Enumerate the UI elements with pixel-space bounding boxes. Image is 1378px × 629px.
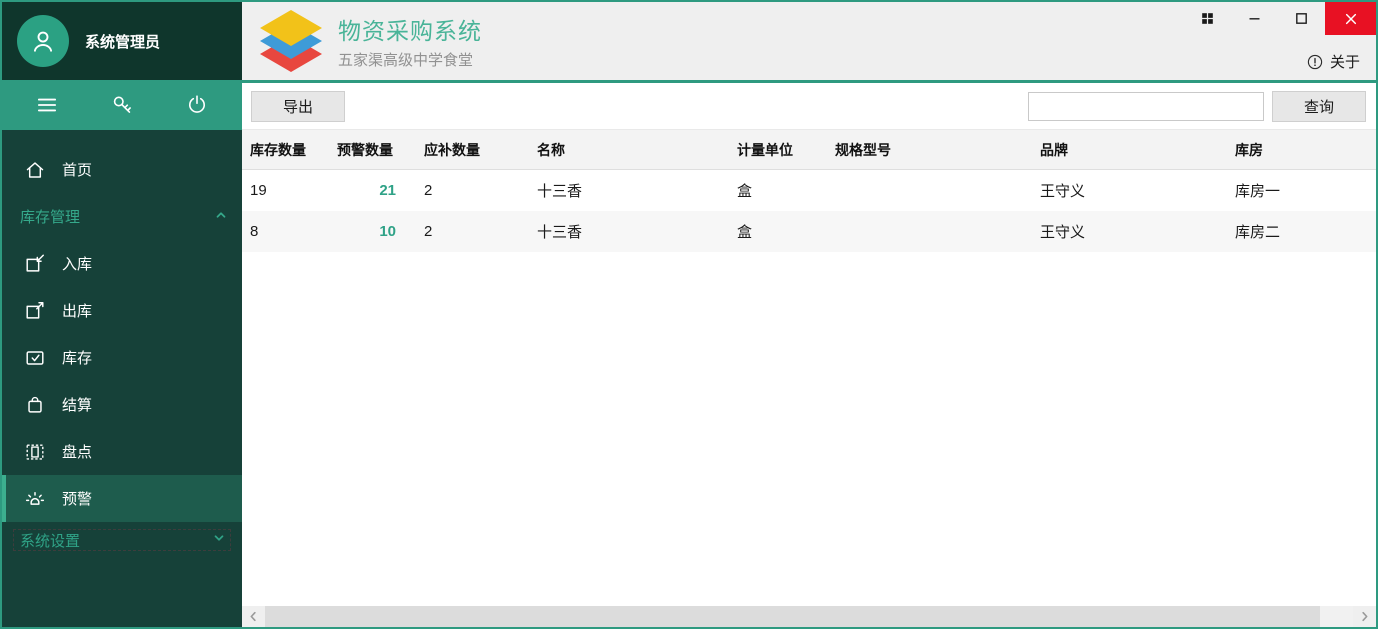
home-icon xyxy=(24,159,46,181)
sidebar-item-label: 盘点 xyxy=(62,441,92,462)
cell-warning-qty: 10 xyxy=(329,223,416,240)
sidebar-section-label: 库存管理 xyxy=(20,206,80,227)
titlebar: 物资采购系统 五家渠高级中学食堂 xyxy=(242,2,1376,80)
sidebar-item-label: 入库 xyxy=(62,253,92,274)
logout-button[interactable] xyxy=(180,88,214,122)
scrollbar-track xyxy=(1320,606,1353,627)
sidebar-item-stock[interactable]: 库存 xyxy=(2,334,242,381)
inbound-box-icon xyxy=(24,253,46,275)
column-header-unit[interactable]: 计量单位 xyxy=(729,140,827,160)
sidebar-item-label: 首页 xyxy=(62,159,92,180)
sidebar-item-inbound[interactable]: 入库 xyxy=(2,240,242,287)
chevron-up-icon xyxy=(214,208,228,226)
sidebar-user-header: 系统管理员 xyxy=(2,2,242,80)
cell-warning-qty: 21 xyxy=(329,182,416,199)
sidebar-item-label: 出库 xyxy=(62,300,92,321)
app-window: 系统管理员 xyxy=(0,0,1378,629)
scroll-left-button[interactable] xyxy=(242,606,265,627)
horizontal-scrollbar xyxy=(242,606,1376,627)
app-title: 物资采购系统 xyxy=(338,12,482,46)
cell-unit: 盒 xyxy=(729,221,827,242)
grid-icon xyxy=(1200,11,1215,26)
toolbar: 导出 查询 xyxy=(242,83,1376,130)
title-block: 物资采购系统 五家渠高级中学食堂 xyxy=(338,12,482,70)
cell-replenish-qty: 2 xyxy=(416,182,529,199)
bag-icon xyxy=(24,394,46,416)
query-button[interactable]: 查询 xyxy=(1272,91,1366,122)
key-icon xyxy=(110,93,134,117)
search-input[interactable] xyxy=(1028,92,1264,121)
minimize-button[interactable] xyxy=(1231,2,1278,35)
hamburger-menu-button[interactable] xyxy=(30,88,64,122)
chevron-right-icon xyxy=(1358,610,1371,623)
hamburger-icon xyxy=(34,92,60,118)
sidebar-item-stocktake[interactable]: 盘点 xyxy=(2,428,242,475)
sidebar-toolbar xyxy=(2,80,242,130)
sidebar-section-system-settings[interactable]: 系统设置 xyxy=(13,529,231,551)
column-header-name[interactable]: 名称 xyxy=(529,140,729,160)
cell-stock-qty: 8 xyxy=(242,223,329,240)
scrollbar-thumb[interactable] xyxy=(265,606,1320,627)
sidebar-item-settlement[interactable]: 结算 xyxy=(2,381,242,428)
cell-warehouse: 库房一 xyxy=(1227,180,1376,201)
close-button[interactable] xyxy=(1325,2,1376,35)
column-header-brand[interactable]: 品牌 xyxy=(1032,140,1227,160)
sidebar-item-outbound[interactable]: 出库 xyxy=(2,287,242,334)
stock-check-icon xyxy=(24,347,46,369)
search-group: 查询 xyxy=(1028,91,1366,122)
maximize-icon xyxy=(1294,11,1309,26)
power-icon xyxy=(185,93,209,117)
cell-brand: 王守义 xyxy=(1032,221,1227,242)
main-area: 物资采购系统 五家渠高级中学食堂 xyxy=(242,2,1376,627)
sidebar-menu: 首页 库存管理 入库 xyxy=(2,130,242,627)
column-header-spec[interactable]: 规格型号 xyxy=(827,140,1032,160)
info-circle-icon xyxy=(1306,53,1324,71)
minimize-icon xyxy=(1247,11,1262,26)
column-header-replenish-qty[interactable]: 应补数量 xyxy=(416,140,529,160)
app-logo-layers-icon xyxy=(258,10,324,72)
cell-stock-qty: 19 xyxy=(242,182,329,199)
stocktake-icon xyxy=(24,441,46,463)
chevron-left-icon xyxy=(247,610,260,623)
about-label: 关于 xyxy=(1330,51,1360,72)
alarm-icon xyxy=(24,488,46,510)
sidebar-item-label: 结算 xyxy=(62,394,92,415)
cell-name: 十三香 xyxy=(529,221,729,242)
cell-replenish-qty: 2 xyxy=(416,223,529,240)
username-label: 系统管理员 xyxy=(85,31,160,52)
table-row[interactable]: 8 10 2 十三香 盒 王守义 库房二 xyxy=(242,211,1376,252)
scroll-right-button[interactable] xyxy=(1353,606,1376,627)
sidebar-item-home[interactable]: 首页 xyxy=(2,146,242,193)
cell-name: 十三香 xyxy=(529,180,729,201)
user-avatar[interactable] xyxy=(17,15,69,67)
about-button[interactable]: 关于 xyxy=(1306,51,1360,72)
window-controls xyxy=(1184,2,1376,35)
column-header-stock-qty[interactable]: 库存数量 xyxy=(242,140,329,160)
cell-warehouse: 库房二 xyxy=(1227,221,1376,242)
sidebar: 系统管理员 xyxy=(2,2,242,627)
sidebar-section-inventory-management[interactable]: 库存管理 xyxy=(2,193,242,240)
sidebar-section-label: 系统设置 xyxy=(20,530,80,551)
sidebar-item-warning[interactable]: 预警 xyxy=(2,475,242,522)
warning-table: 库存数量 预警数量 应补数量 名称 计量单位 规格型号 品牌 库房 19 21 … xyxy=(242,130,1376,606)
column-header-warehouse[interactable]: 库房 xyxy=(1227,140,1376,160)
table-row[interactable]: 19 21 2 十三香 盒 王守义 库房一 xyxy=(242,170,1376,211)
person-icon xyxy=(28,26,58,56)
change-password-button[interactable] xyxy=(105,88,139,122)
export-button[interactable]: 导出 xyxy=(251,91,345,122)
column-header-warning-qty[interactable]: 预警数量 xyxy=(329,140,416,160)
maximize-button[interactable] xyxy=(1278,2,1325,35)
cell-unit: 盒 xyxy=(729,180,827,201)
table-header-row: 库存数量 预警数量 应补数量 名称 计量单位 规格型号 品牌 库房 xyxy=(242,130,1376,170)
outbound-box-icon xyxy=(24,300,46,322)
cell-brand: 王守义 xyxy=(1032,180,1227,201)
window-grid-button[interactable] xyxy=(1184,2,1231,35)
sidebar-item-label: 预警 xyxy=(62,488,92,509)
sidebar-item-label: 库存 xyxy=(62,347,92,368)
close-icon xyxy=(1343,11,1359,27)
app-subtitle: 五家渠高级中学食堂 xyxy=(338,49,482,70)
chevron-down-icon xyxy=(212,531,226,549)
